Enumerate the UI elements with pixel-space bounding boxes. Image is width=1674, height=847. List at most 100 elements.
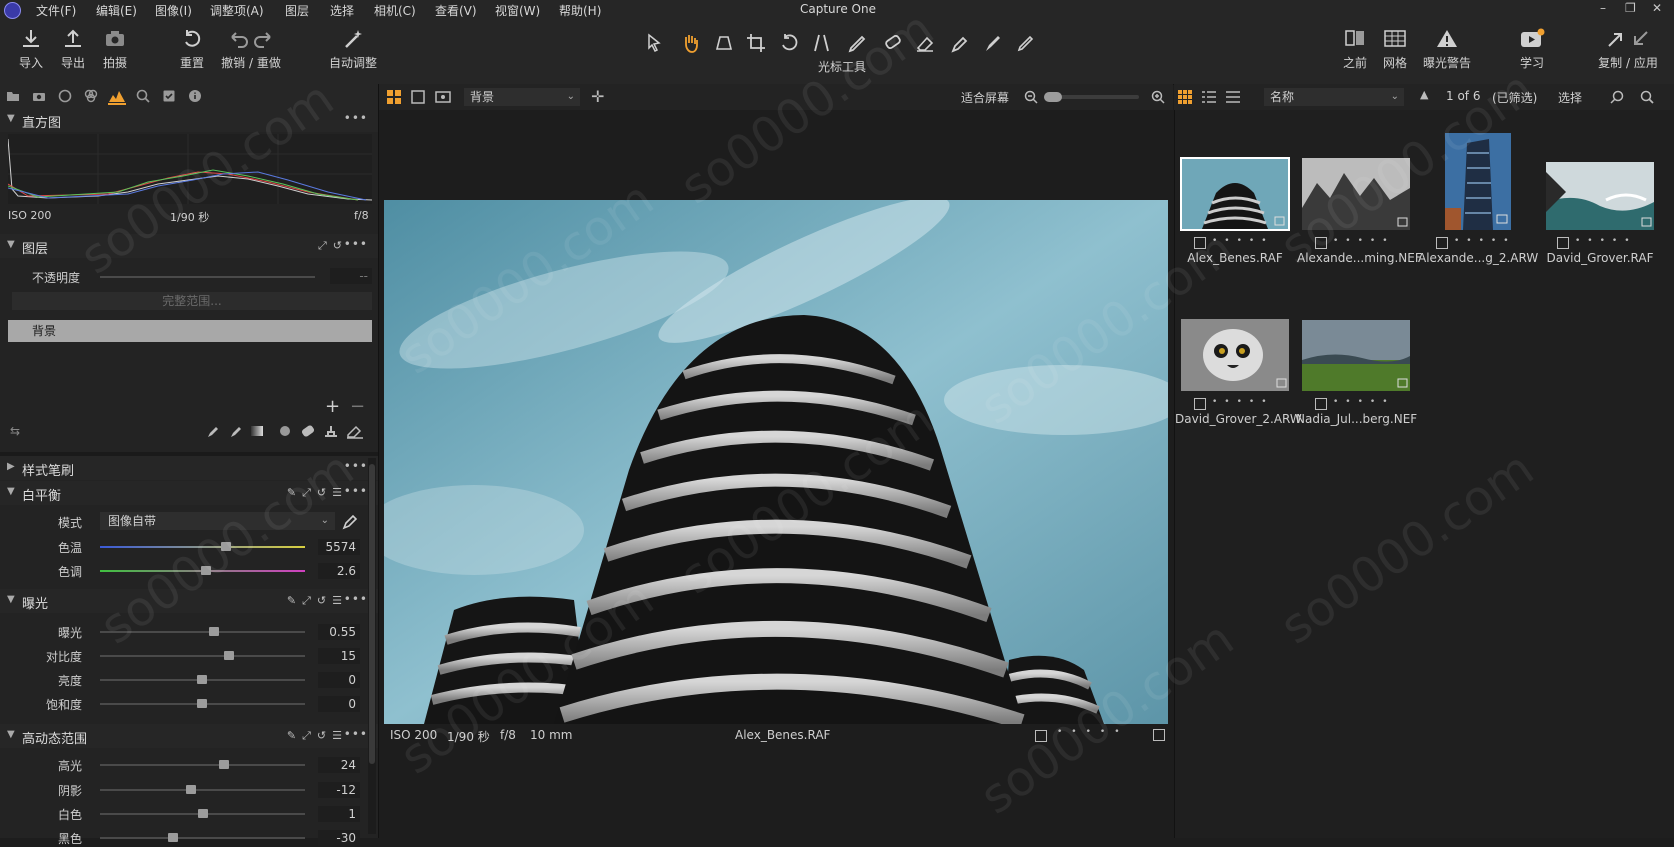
histogram-header[interactable]: ▼ 直方图 ••• — [0, 108, 378, 132]
crop-icon[interactable] — [744, 32, 770, 54]
library-tab-icon[interactable] — [6, 89, 20, 103]
highlight-slider[interactable] — [100, 764, 305, 766]
menu-adjustments[interactable]: 调整项(A) — [210, 2, 264, 19]
menu-edit[interactable]: 编辑(E) — [96, 2, 137, 19]
exposure-warning-button[interactable]: 曝光警告 — [1420, 28, 1474, 71]
color-tab-icon[interactable] — [84, 89, 98, 103]
lens-correction-icon[interactable] — [810, 32, 836, 54]
primary-view-icon[interactable] — [435, 90, 451, 104]
background-layer-row[interactable]: 背景 — [8, 320, 372, 342]
thumbnail-5[interactable] — [1181, 319, 1289, 391]
capture-button[interactable]: 拍摄 — [98, 28, 132, 71]
thumbnail-6[interactable] — [1302, 320, 1410, 391]
checkbox-icon[interactable] — [1035, 730, 1047, 742]
saturation-value[interactable]: 0 — [318, 696, 360, 712]
close-button[interactable]: ✕ — [1652, 1, 1662, 15]
adjustments-tab-icon[interactable] — [162, 89, 176, 103]
gradient-mask-icon[interactable] — [1014, 32, 1040, 54]
auto-adjust-button[interactable]: 自动调整 — [328, 28, 378, 71]
menu-camera[interactable]: 相机(C) — [374, 2, 416, 19]
wb-picker-icon[interactable] — [341, 512, 359, 530]
contrast-value[interactable]: 15 — [318, 648, 360, 664]
zoom-out-icon[interactable] — [1024, 90, 1038, 104]
capture-tab-icon[interactable] — [32, 89, 46, 103]
hand-tool-icon[interactable] — [678, 32, 704, 54]
contrast-slider[interactable] — [100, 655, 305, 657]
white-value[interactable]: 1 — [318, 806, 360, 822]
add-layer-icon[interactable]: + — [325, 396, 340, 417]
tool-panel-scrollbar[interactable] — [368, 458, 376, 834]
thumbnail-grid-icon[interactable] — [1178, 90, 1192, 104]
fill-range-button[interactable]: 完整范围... — [12, 292, 372, 310]
browser-select[interactable]: 选择 — [1558, 89, 1582, 106]
brightness-knob[interactable] — [197, 675, 207, 684]
thumbnail-5-checkbox[interactable] — [1194, 398, 1206, 410]
thumbnail-1[interactable] — [1180, 157, 1290, 231]
exposure-value[interactable]: 0.55 — [318, 624, 360, 640]
menu-view[interactable]: 查看(V) — [435, 2, 477, 19]
rating-stars[interactable]: ••••• — [1057, 727, 1129, 737]
copy-apply-button[interactable]: 复制 / 应用 — [1595, 28, 1661, 71]
thumbnail-5-rating[interactable]: ••••• — [1212, 397, 1274, 407]
swap-icon[interactable]: ⇆ — [10, 424, 20, 438]
exposure-tab-icon[interactable] — [108, 87, 126, 105]
wb-tint-knob[interactable] — [201, 566, 211, 575]
thumbnail-4-checkbox[interactable] — [1557, 237, 1569, 249]
import-button[interactable]: 导入 — [14, 28, 48, 71]
highlight-value[interactable]: 24 — [318, 757, 360, 773]
shadow-slider[interactable] — [100, 789, 305, 791]
more-icon[interactable]: ••• — [344, 237, 368, 251]
menu-file[interactable]: 文件(F) — [36, 2, 76, 19]
opacity-slider[interactable] — [100, 276, 315, 278]
eraser-icon[interactable] — [913, 32, 939, 54]
black-value[interactable]: -30 — [318, 830, 360, 846]
reset-button[interactable]: 重置 — [175, 28, 209, 71]
more-icon[interactable]: ••• — [344, 727, 368, 741]
black-slider[interactable] — [100, 837, 305, 839]
wb-header-icons[interactable]: ✎⤢↺☰ — [287, 486, 348, 500]
thumbnail-1-rating[interactable]: ••••• — [1212, 236, 1274, 246]
before-button[interactable]: 之前 — [1337, 28, 1373, 71]
white-knob[interactable] — [198, 809, 208, 818]
white-balance-header[interactable]: ▼ 白平衡 ✎⤢↺☰ ••• — [0, 481, 378, 505]
style-brush-header[interactable]: ▶ 样式笔刷 ••• — [0, 456, 378, 480]
single-view-icon[interactable] — [411, 90, 425, 104]
thumbnail-6-checkbox[interactable] — [1315, 398, 1327, 410]
annotate-icon[interactable] — [981, 32, 1007, 54]
select-arrow-icon[interactable] — [643, 32, 669, 54]
exposure-knob[interactable] — [209, 627, 219, 636]
grid-button[interactable]: 网格 — [1377, 28, 1413, 71]
menu-layer[interactable]: 图层 — [285, 2, 309, 19]
menu-select[interactable]: 选择 — [330, 2, 354, 19]
more-icon[interactable]: ••• — [344, 592, 368, 606]
metadata-tab-icon[interactable] — [188, 89, 202, 103]
menu-image[interactable]: 图像(I) — [155, 2, 192, 19]
shadow-value[interactable]: -12 — [318, 782, 360, 798]
highlight-knob[interactable] — [219, 760, 229, 769]
sort-select[interactable]: 名称 ⌄ — [1264, 88, 1404, 106]
zoom-slider[interactable] — [1044, 92, 1139, 102]
multi-view-icon[interactable] — [387, 90, 401, 104]
add-icon[interactable]: ✛ — [591, 87, 604, 106]
menu-window[interactable]: 视窗(W) — [495, 2, 540, 19]
undo-redo-button[interactable]: 撤销 / 重做 — [218, 28, 284, 71]
thumbnail-3[interactable] — [1445, 133, 1511, 230]
hdr-header[interactable]: ▼ 高动态范围 ✎⤢↺☰ ••• — [0, 724, 378, 748]
rotate-icon[interactable] — [777, 32, 803, 54]
picker-icon[interactable] — [948, 32, 974, 54]
wb-temp-knob[interactable] — [221, 542, 231, 551]
exposure-slider[interactable] — [100, 631, 305, 633]
thumbnail-2-rating[interactable]: ••••• — [1333, 236, 1395, 246]
shadow-knob[interactable] — [186, 785, 196, 794]
hdr-header-icons[interactable]: ✎⤢↺☰ — [287, 729, 348, 743]
wb-temp-value[interactable]: 5574 — [318, 539, 360, 555]
thumbnail-2[interactable] — [1302, 158, 1410, 230]
list-view-icon[interactable] — [1202, 90, 1216, 104]
lens-tab-icon[interactable] — [58, 89, 72, 103]
thumbnail-4[interactable] — [1546, 162, 1654, 230]
keystone-icon[interactable] — [711, 32, 737, 54]
detail-list-icon[interactable] — [1226, 90, 1240, 104]
export-button[interactable]: 导出 — [56, 28, 90, 71]
thumbnail-2-checkbox[interactable] — [1315, 237, 1327, 249]
menu-help[interactable]: 帮助(H) — [559, 2, 601, 19]
